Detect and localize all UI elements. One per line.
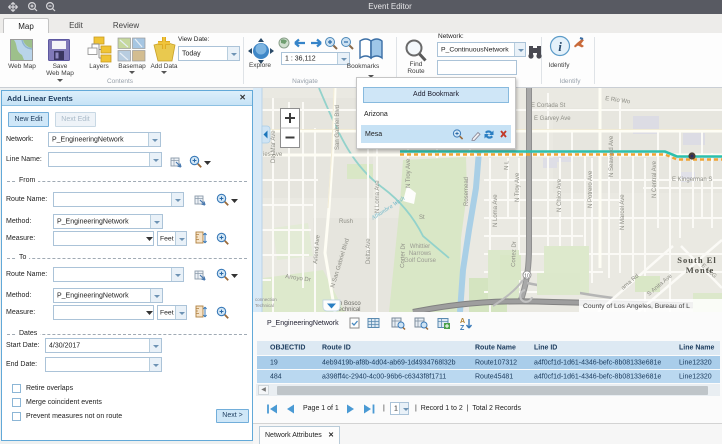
svg-text:Cortez Dr: Cortez Dr [511, 241, 518, 267]
svg-text:Golf Course: Golf Course [404, 258, 437, 264]
svg-text:i: i [558, 39, 562, 54]
svg-text:St: St [419, 215, 425, 221]
svg-text:Whittier: Whittier [410, 244, 430, 250]
svg-text:Del Mar Ave: Del Mar Ave [271, 130, 277, 163]
svg-text:Rosemead: Rosemead [464, 177, 470, 206]
svg-text:Z: Z [460, 325, 465, 331]
svg-text:Rush: Rush [339, 219, 353, 225]
svg-text:Monte: Monte [686, 265, 715, 275]
svg-text:County of Los Angeles, Bureau: County of Los Angeles, Bureau of L [583, 303, 690, 310]
svg-text:N Central Ave: N Central Ave [652, 160, 658, 198]
svg-text:10: 10 [524, 274, 530, 280]
svg-text:San Gabriel Blvd: San Gabriel Blvd [335, 105, 341, 150]
svg-text:Corter Dr: Corter Dr [400, 243, 407, 268]
svg-text:South El: South El [677, 255, 716, 265]
svg-text:N Troy Ave: N Troy Ave [515, 172, 521, 202]
svg-text:N Seaward Ave: N Seaward Ave [609, 135, 615, 177]
svg-text:E Garvey Ave: E Garvey Ave [534, 116, 571, 122]
svg-text:N Potrero Ave: N Potrero Ave [588, 170, 594, 208]
svg-text:N L: N L [504, 160, 510, 170]
svg-text:N Marcel Ave: N Marcel Ave [620, 194, 626, 230]
svg-text:N Chico Ave: N Chico Ave [557, 178, 563, 212]
svg-text:A: A [460, 318, 465, 325]
svg-text:Technical: Technical [255, 303, 274, 308]
svg-text:E Cortada St: E Cortada St [531, 103, 566, 109]
svg-text:N Troy Ave: N Troy Ave [406, 158, 412, 188]
svg-text:E Kingerman S: E Kingerman S [672, 177, 712, 183]
svg-text:Narrows: Narrows [409, 251, 431, 257]
svg-text:N Loma Ave: N Loma Ave [493, 194, 499, 227]
svg-text:N Loma Ave: N Loma Ave [375, 180, 381, 213]
svg-text:Delta Ave: Delta Ave [366, 238, 372, 264]
svg-text:connection: connection [255, 297, 277, 302]
